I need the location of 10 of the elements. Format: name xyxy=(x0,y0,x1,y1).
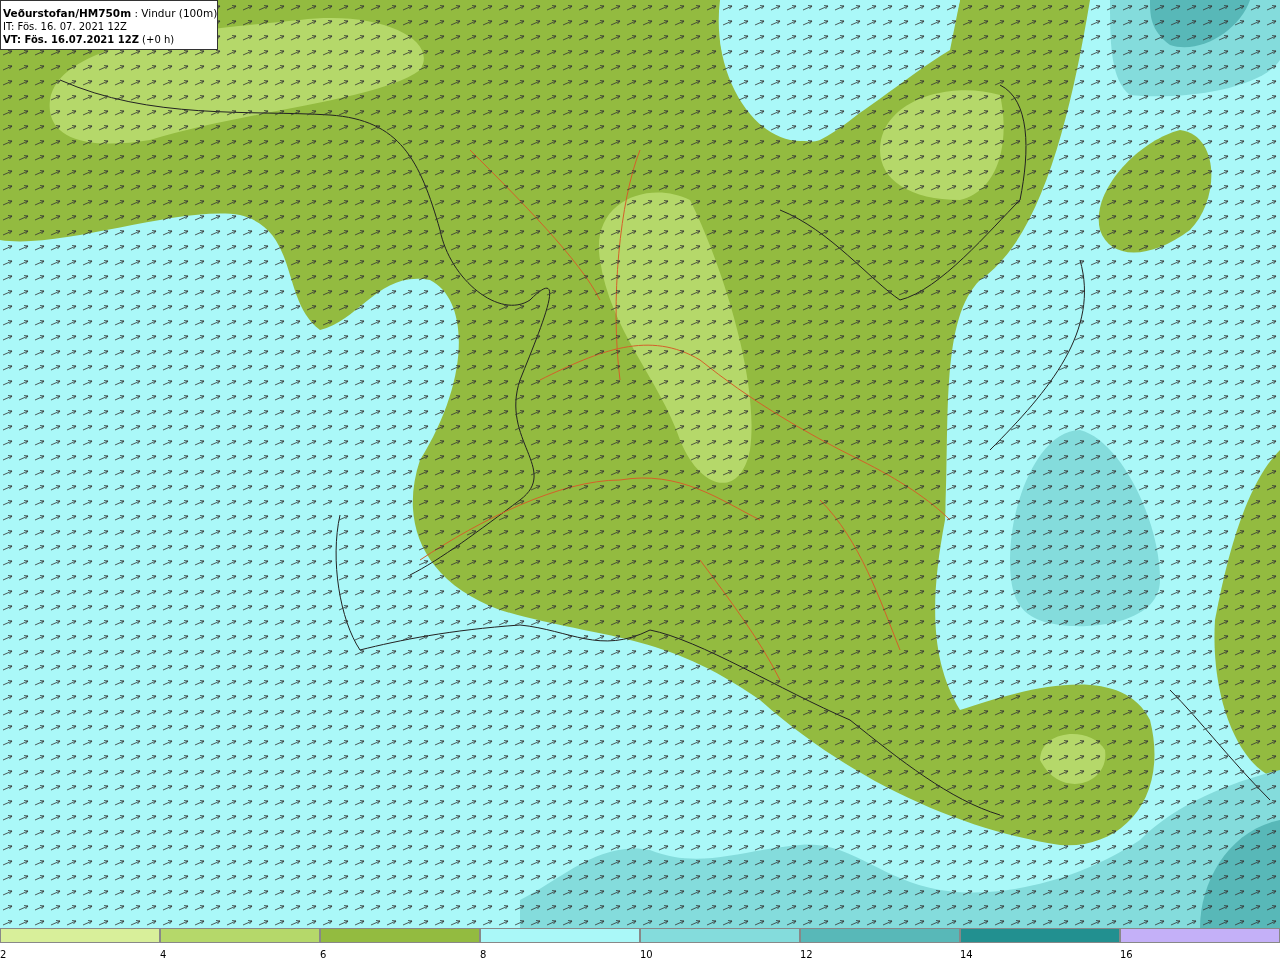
map-title-line: IT: Fös. 16. 07. 2021 12Z xyxy=(3,20,128,33)
legend-label: 14 xyxy=(960,949,973,958)
legend-label: 16 xyxy=(1120,949,1133,958)
legend-label: 6 xyxy=(320,949,327,958)
legend-label: 12 xyxy=(800,949,813,958)
legend-label: 10 xyxy=(640,949,653,958)
map-title-line: VT: Fös. 16.07.2021 12Z (+0 h) xyxy=(3,33,176,46)
legend-label: 8 xyxy=(480,949,487,958)
legend-label: 4 xyxy=(160,949,167,958)
legend-label: 2 xyxy=(0,949,7,958)
